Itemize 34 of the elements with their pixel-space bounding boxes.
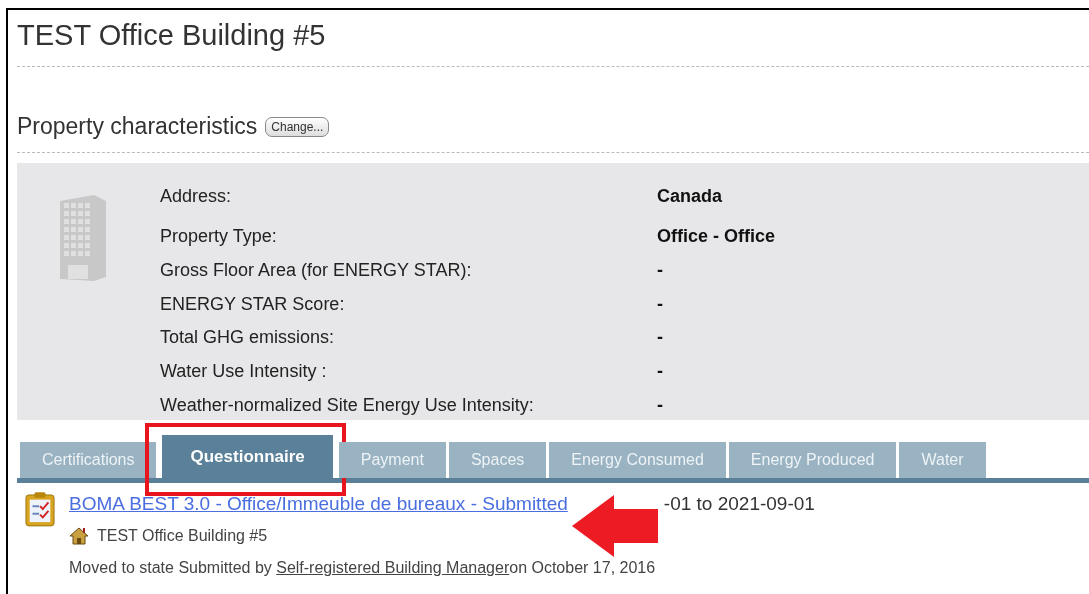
date-range: -01 to 2021-09-01 bbox=[663, 493, 815, 515]
field-value: - bbox=[657, 326, 664, 350]
field-value: - bbox=[657, 394, 664, 418]
tab[interactable]: Questionnaire bbox=[162, 435, 333, 478]
section-title: Property characteristics bbox=[17, 113, 258, 140]
house-icon bbox=[69, 527, 89, 545]
field-value: Canada bbox=[657, 185, 724, 208]
tab[interactable]: Payment bbox=[338, 442, 446, 478]
building-icon bbox=[60, 195, 106, 281]
arrow-icon bbox=[571, 495, 660, 557]
tab[interactable]: Energy Produced bbox=[728, 442, 897, 478]
questionnaire-link[interactable]: BOMA BEST 3.0 - Office/Immeuble de bureaux - Submitted bbox=[69, 493, 568, 515]
page-title: TEST Office Building #5 bbox=[17, 18, 327, 53]
history-text: Moved to state Submitted by bbox=[69, 559, 273, 576]
field-label: ENERGY STAR Score: bbox=[160, 292, 346, 316]
field-label: Total GHG emissions: bbox=[160, 326, 336, 350]
field-value: - bbox=[657, 292, 664, 316]
field-label: Gross Floor Area (for ENERGY STAR): bbox=[160, 258, 473, 282]
property-name: TEST Office Building #5 bbox=[97, 527, 268, 545]
field-value: - bbox=[657, 360, 664, 384]
field-label: Property Type: bbox=[160, 224, 278, 248]
clipboard-icon bbox=[25, 491, 55, 527]
history-date: on October 17, 2016 bbox=[509, 559, 656, 576]
field-label: Water Use Intensity : bbox=[160, 360, 328, 384]
tab[interactable]: Certifications bbox=[20, 442, 157, 478]
field-value: - bbox=[657, 258, 664, 282]
field-label: Weather-normalized Site Energy Use Intensity: bbox=[160, 394, 535, 418]
tab[interactable]: Water bbox=[899, 442, 986, 478]
tab[interactable]: Spaces bbox=[448, 442, 547, 478]
field-label: Address: bbox=[160, 185, 233, 208]
change-button[interactable]: Change... bbox=[265, 116, 330, 137]
tab[interactable]: Energy Consumed bbox=[549, 442, 726, 478]
user-link[interactable]: Self-registered Building Manager bbox=[276, 559, 510, 576]
field-value: Office - Office bbox=[657, 224, 776, 248]
